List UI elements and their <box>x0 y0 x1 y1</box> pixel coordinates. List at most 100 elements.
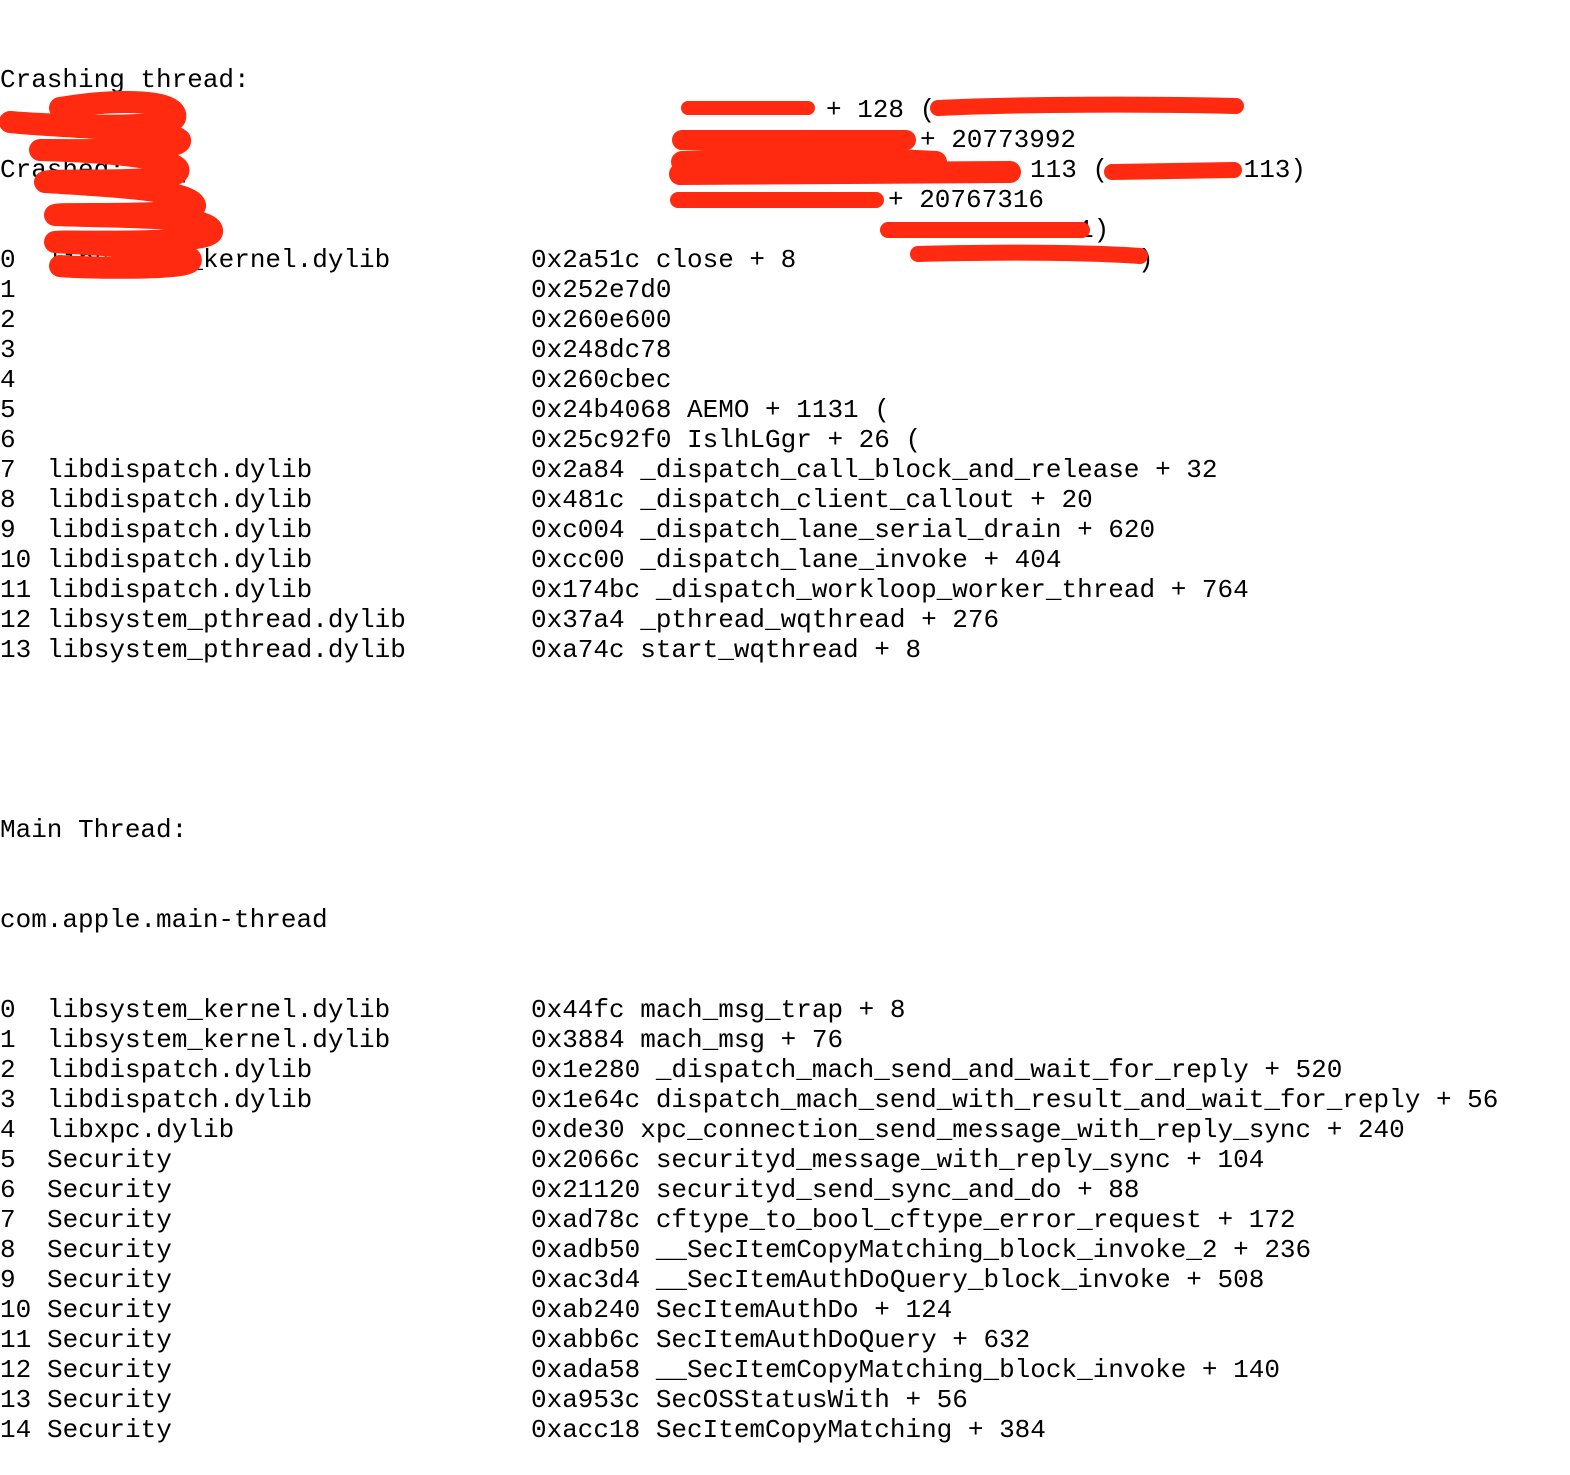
frame-symbol: 0xadb50 __SecItemCopyMatching_block_invo… <box>531 1235 1312 1265</box>
frame-number: 13 <box>0 1385 32 1415</box>
frame-2-offset: + 20773992 <box>920 125 1077 155</box>
stack-frame: 10 Security 0xab240 SecItemAuthDo + 124 <box>0 1295 952 1325</box>
crashed-queue-label: Crashed: ldq <box>0 155 188 185</box>
frame-library: libsystem_kernel.dylib <box>47 245 391 275</box>
frame-symbol: 0x252e7d0 <box>531 275 688 305</box>
frame-number: 4 <box>0 365 16 395</box>
stack-frame: 7 libdispatch.dylib 0x2a84 _dispatch_call_… <box>0 455 1218 485</box>
stack-frame: 8 libdispatch.dylib 0x481c _dispatch_clien… <box>0 485 1093 515</box>
stack-frame: 13 libsystem_pthread.dylib 0xa74c start_wq… <box>0 635 921 665</box>
frame-library: libxpc.dylib <box>47 1115 235 1145</box>
frame-library: libdispatch.dylib <box>47 1085 313 1115</box>
frame-number: 9 <box>0 1265 16 1295</box>
stack-frame: 7 Security 0xad78c cftype_to_bool_cftype_e… <box>0 1205 1296 1235</box>
frame-number: 4 <box>0 1115 16 1145</box>
frame-number: 8 <box>0 1235 16 1265</box>
stack-frame: 12 libsystem_pthread.dylib 0x37a4 _pthread… <box>0 605 999 635</box>
frame-symbol: 0x248dc78 <box>531 335 672 365</box>
frame-number: 11 <box>0 575 32 605</box>
frame-number: 6 <box>0 425 16 455</box>
frame-library: libdispatch.dylib <box>47 515 313 545</box>
stack-frame: 10 libdispatch.dylib 0xcc00 _dispatch_lane… <box>0 545 1062 575</box>
frame-number: 2 <box>0 1055 16 1085</box>
stack-frame: 11 libdispatch.dylib 0x174bc _dispatch_wor… <box>0 575 1249 605</box>
frame-library: Security <box>47 1265 172 1295</box>
frame-number: 7 <box>0 455 16 485</box>
frame-number: 10 <box>0 545 32 575</box>
frame-number: 2 <box>0 305 16 335</box>
crashing-thread-header: Crashing thread: <box>0 65 250 95</box>
frame-number: 7 <box>0 1205 16 1235</box>
stack-frame: 11 Security 0xabb6c SecItemAuthDoQuery + 6… <box>0 1325 1030 1355</box>
frame-symbol: 0x2a51c close + 8 <box>531 245 797 275</box>
frame-4-offset: + 20767316 <box>888 185 1045 215</box>
frame-symbol: 0xcc00 _dispatch_lane_invoke + 404 <box>531 545 1062 575</box>
frame-number: 1 <box>0 275 16 305</box>
frame-symbol: 0xa953c SecOSStatusWith + 56 <box>531 1385 968 1415</box>
stack-frame: 13 Security 0xa953c SecOSStatusWith + 56 <box>0 1385 968 1415</box>
frame-number: 8 <box>0 485 16 515</box>
crash-log: Crashing thread: Crashed: ldq 0 libsystem… <box>0 5 1498 1475</box>
main-thread-frames: 0 libsystem_kernel.dylib 0x44fc mach_msg_t… <box>0 995 1498 1445</box>
frame-symbol: 0x2066c securityd_message_with_reply_syn… <box>531 1145 1265 1175</box>
frame-symbol: 0x37a4 _pthread_wqthread + 276 <box>531 605 1000 635</box>
frame-symbol: 0x21120 securityd_send_sync_and_do + 88 <box>531 1175 1140 1205</box>
frame-library: libdispatch.dylib <box>47 545 313 575</box>
stack-frame: 3 libdispatch.dylib 0x1e64c dispatch_mach_… <box>0 1085 1498 1115</box>
stack-frame: 4 0x260cbec <box>0 365 671 395</box>
redaction-frame-1-source <box>930 96 1244 116</box>
frame-3-offset: 113 ( <box>1030 155 1109 185</box>
stack-frame: 8 Security 0xadb50 __SecItemCopyMatching_b… <box>0 1235 1311 1265</box>
frame-3-tail: .113) <box>1228 155 1307 185</box>
frame-number: 12 <box>0 1355 32 1385</box>
frame-number: 5 <box>0 395 16 425</box>
frame-symbol: 0x24b4068 AEMO + 1131 ( <box>531 395 890 425</box>
frame-symbol: 0x260cbec <box>531 365 688 395</box>
redaction-frame-3-source <box>1104 162 1242 180</box>
stack-frame: 9 Security 0xac3d4 __SecItemAuthDoQuery_bl… <box>0 1265 1264 1295</box>
frame-symbol: 0xacc18 SecItemCopyMatching + 384 <box>531 1415 1046 1445</box>
frame-library: Security <box>47 1355 172 1385</box>
frame-number: 13 <box>0 635 32 665</box>
frame-symbol: 0x44fc mach_msg_trap + 8 <box>531 995 906 1025</box>
frame-number: 12 <box>0 605 32 635</box>
stack-frame: 0 libsystem_kernel.dylib 0x2a51c close + 8 <box>0 245 796 275</box>
frame-number: 14 <box>0 1415 32 1445</box>
frame-number: 0 <box>0 245 16 275</box>
redacted-fragments: + 128 ( + 20773992 113 ( .113) + 2076731… <box>0 0 1306 275</box>
frame-symbol: 0xac3d4 __SecItemAuthDoQuery_block_invok… <box>531 1265 1265 1295</box>
frame-symbol: 0x25c92f0 IslhLGgr + 26 ( <box>531 425 922 455</box>
frame-library: libdispatch.dylib <box>47 1055 313 1085</box>
frame-library: Security <box>47 1415 172 1445</box>
frame-library: libdispatch.dylib <box>47 455 313 485</box>
stack-frame: 6 Security 0x21120 securityd_send_sync_and… <box>0 1175 1140 1205</box>
redaction-frame-6-source <box>910 244 1148 264</box>
frame-1-offset: + 128 ( <box>826 95 936 125</box>
frame-symbol: 0x481c _dispatch_client_callout + 20 <box>531 485 1093 515</box>
crashing-thread-frames: 0 libsystem_kernel.dylib 0x2a51c close + 8… <box>0 245 1249 665</box>
frame-number: 3 <box>0 335 16 365</box>
frame-library: libdispatch.dylib <box>47 485 313 515</box>
frame-number: 9 <box>0 515 16 545</box>
frame-symbol: 0xada58 __SecItemCopyMatching_block_invo… <box>531 1355 1280 1385</box>
frame-library: libsystem_pthread.dylib <box>47 635 406 665</box>
frame-library: libdispatch.dylib <box>47 575 313 605</box>
frame-number: 5 <box>0 1145 16 1175</box>
main-thread-queue-label: com.apple.main-thread <box>0 905 328 935</box>
frame-library: Security <box>47 1295 172 1325</box>
frame-number: 0 <box>0 995 16 1025</box>
stack-frame: 14 Security 0xacc18 SecItemCopyMatching + … <box>0 1415 1046 1445</box>
frame-number: 6 <box>0 1175 16 1205</box>
frame-library: Security <box>47 1385 172 1415</box>
frame-library: Security <box>47 1145 172 1175</box>
frame-symbol: 0x2a84 _dispatch_call_block_and_release … <box>531 455 1218 485</box>
stack-frame: 0 libsystem_kernel.dylib 0x44fc mach_msg_t… <box>0 995 905 1025</box>
frame-library: Security <box>47 1175 172 1205</box>
frame-symbol: 0x174bc _dispatch_workloop_worker_thread… <box>531 575 1249 605</box>
stack-frame: 5 0x24b4068 AEMO + 1131 ( <box>0 395 890 425</box>
frame-symbol: 0xde30 xpc_connection_send_message_with_… <box>531 1115 1405 1145</box>
frame-symbol: 0xc004 _dispatch_lane_serial_drain + 620 <box>531 515 1156 545</box>
frame-number: 11 <box>0 1325 32 1355</box>
frame-5-tail: 1) <box>1078 215 1110 245</box>
stack-frame: 6 0x25c92f0 IslhLGgr + 26 ( <box>0 425 921 455</box>
